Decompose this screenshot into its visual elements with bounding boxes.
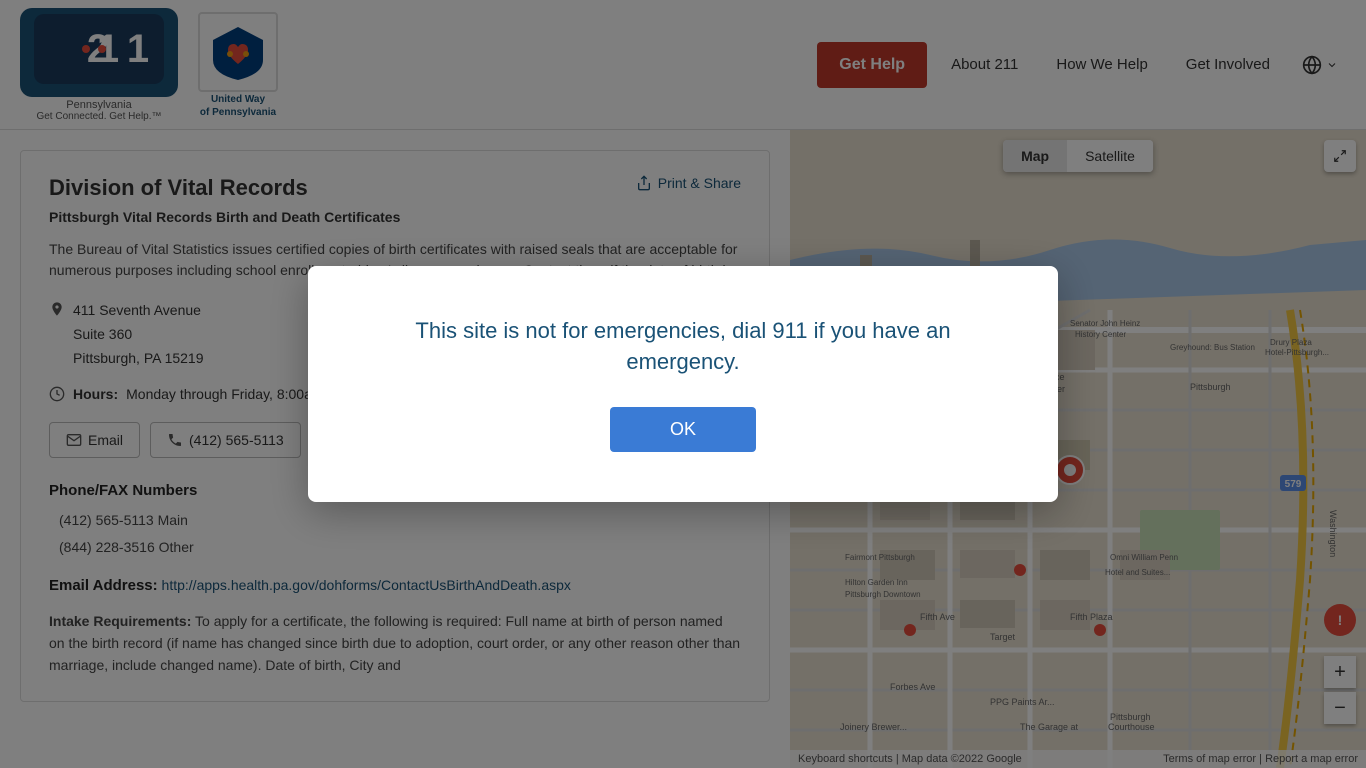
modal-message: This site is not for emergencies, dial 9… [368,316,998,378]
modal-ok-button[interactable]: OK [610,407,756,452]
modal-dialog: This site is not for emergencies, dial 9… [308,266,1058,503]
modal-overlay: This site is not for emergencies, dial 9… [0,0,1366,768]
